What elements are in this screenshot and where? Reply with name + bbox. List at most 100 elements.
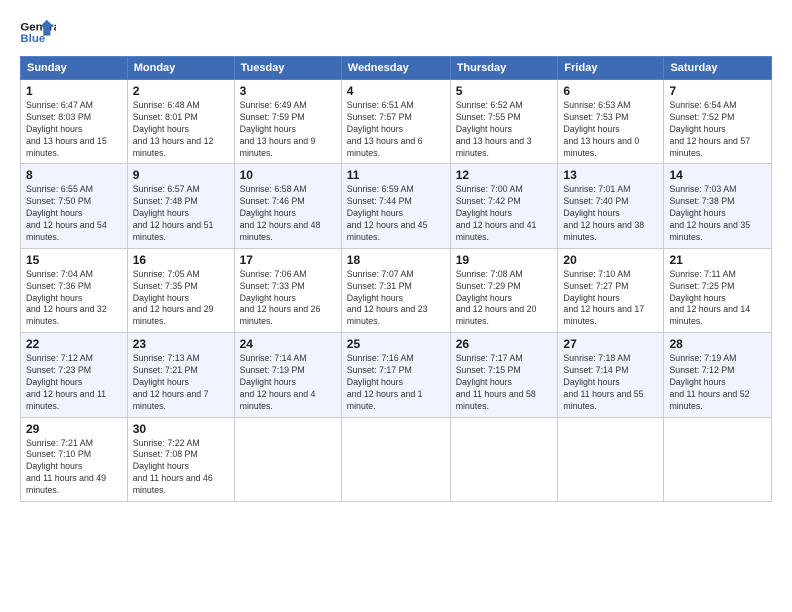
table-row: 9 Sunrise: 6:57 AM Sunset: 7:48 PM Dayli… bbox=[127, 164, 234, 248]
table-row: 23 Sunrise: 7:13 AM Sunset: 7:21 PM Dayl… bbox=[127, 333, 234, 417]
day-number: 18 bbox=[347, 253, 445, 267]
day-info: Sunrise: 7:19 AM Sunset: 7:12 PM Dayligh… bbox=[669, 353, 766, 412]
day-info: Sunrise: 6:51 AM Sunset: 7:57 PM Dayligh… bbox=[347, 100, 445, 159]
day-number: 20 bbox=[563, 253, 658, 267]
logo: General Blue bbox=[20, 18, 56, 48]
day-number: 29 bbox=[26, 422, 122, 436]
day-number: 4 bbox=[347, 84, 445, 98]
table-row: 26 Sunrise: 7:17 AM Sunset: 7:15 PM Dayl… bbox=[450, 333, 558, 417]
day-number: 6 bbox=[563, 84, 658, 98]
calendar-page: General Blue Sunday Monday Tuesday Wedne… bbox=[0, 0, 792, 612]
day-number: 23 bbox=[133, 337, 229, 351]
svg-text:General: General bbox=[20, 21, 56, 33]
table-row bbox=[341, 417, 450, 501]
day-number: 16 bbox=[133, 253, 229, 267]
day-number: 21 bbox=[669, 253, 766, 267]
header-wednesday: Wednesday bbox=[341, 57, 450, 80]
table-row: 11 Sunrise: 6:59 AM Sunset: 7:44 PM Dayl… bbox=[341, 164, 450, 248]
day-info: Sunrise: 7:21 AM Sunset: 7:10 PM Dayligh… bbox=[26, 438, 122, 497]
table-row: 16 Sunrise: 7:05 AM Sunset: 7:35 PM Dayl… bbox=[127, 248, 234, 332]
table-row: 7 Sunrise: 6:54 AM Sunset: 7:52 PM Dayli… bbox=[664, 80, 772, 164]
table-row: 2 Sunrise: 6:48 AM Sunset: 8:01 PM Dayli… bbox=[127, 80, 234, 164]
day-number: 8 bbox=[26, 168, 122, 182]
day-info: Sunrise: 7:07 AM Sunset: 7:31 PM Dayligh… bbox=[347, 269, 445, 328]
day-number: 11 bbox=[347, 168, 445, 182]
day-number: 15 bbox=[26, 253, 122, 267]
table-row: 5 Sunrise: 6:52 AM Sunset: 7:55 PM Dayli… bbox=[450, 80, 558, 164]
table-row: 8 Sunrise: 6:55 AM Sunset: 7:50 PM Dayli… bbox=[21, 164, 128, 248]
table-row: 24 Sunrise: 7:14 AM Sunset: 7:19 PM Dayl… bbox=[234, 333, 341, 417]
day-info: Sunrise: 7:01 AM Sunset: 7:40 PM Dayligh… bbox=[563, 184, 658, 243]
day-info: Sunrise: 6:53 AM Sunset: 7:53 PM Dayligh… bbox=[563, 100, 658, 159]
day-info: Sunrise: 7:08 AM Sunset: 7:29 PM Dayligh… bbox=[456, 269, 553, 328]
day-info: Sunrise: 7:11 AM Sunset: 7:25 PM Dayligh… bbox=[669, 269, 766, 328]
day-info: Sunrise: 6:47 AM Sunset: 8:03 PM Dayligh… bbox=[26, 100, 122, 159]
table-row: 28 Sunrise: 7:19 AM Sunset: 7:12 PM Dayl… bbox=[664, 333, 772, 417]
table-row: 4 Sunrise: 6:51 AM Sunset: 7:57 PM Dayli… bbox=[341, 80, 450, 164]
table-row bbox=[450, 417, 558, 501]
day-number: 22 bbox=[26, 337, 122, 351]
day-number: 27 bbox=[563, 337, 658, 351]
header: General Blue bbox=[20, 18, 772, 48]
table-row: 17 Sunrise: 7:06 AM Sunset: 7:33 PM Dayl… bbox=[234, 248, 341, 332]
day-info: Sunrise: 6:52 AM Sunset: 7:55 PM Dayligh… bbox=[456, 100, 553, 159]
weekday-header-row: Sunday Monday Tuesday Wednesday Thursday… bbox=[21, 57, 772, 80]
day-info: Sunrise: 7:22 AM Sunset: 7:08 PM Dayligh… bbox=[133, 438, 229, 497]
table-row: 18 Sunrise: 7:07 AM Sunset: 7:31 PM Dayl… bbox=[341, 248, 450, 332]
table-row: 20 Sunrise: 7:10 AM Sunset: 7:27 PM Dayl… bbox=[558, 248, 664, 332]
header-monday: Monday bbox=[127, 57, 234, 80]
day-number: 7 bbox=[669, 84, 766, 98]
day-number: 5 bbox=[456, 84, 553, 98]
day-number: 30 bbox=[133, 422, 229, 436]
table-row: 25 Sunrise: 7:16 AM Sunset: 7:17 PM Dayl… bbox=[341, 333, 450, 417]
table-row: 21 Sunrise: 7:11 AM Sunset: 7:25 PM Dayl… bbox=[664, 248, 772, 332]
table-row: 15 Sunrise: 7:04 AM Sunset: 7:36 PM Dayl… bbox=[21, 248, 128, 332]
header-friday: Friday bbox=[558, 57, 664, 80]
day-info: Sunrise: 6:48 AM Sunset: 8:01 PM Dayligh… bbox=[133, 100, 229, 159]
day-number: 26 bbox=[456, 337, 553, 351]
day-info: Sunrise: 7:05 AM Sunset: 7:35 PM Dayligh… bbox=[133, 269, 229, 328]
table-row bbox=[558, 417, 664, 501]
day-info: Sunrise: 7:13 AM Sunset: 7:21 PM Dayligh… bbox=[133, 353, 229, 412]
day-info: Sunrise: 6:58 AM Sunset: 7:46 PM Dayligh… bbox=[240, 184, 336, 243]
day-number: 28 bbox=[669, 337, 766, 351]
day-info: Sunrise: 6:55 AM Sunset: 7:50 PM Dayligh… bbox=[26, 184, 122, 243]
table-row: 10 Sunrise: 6:58 AM Sunset: 7:46 PM Dayl… bbox=[234, 164, 341, 248]
day-number: 25 bbox=[347, 337, 445, 351]
day-number: 19 bbox=[456, 253, 553, 267]
table-row: 1 Sunrise: 6:47 AM Sunset: 8:03 PM Dayli… bbox=[21, 80, 128, 164]
day-info: Sunrise: 7:17 AM Sunset: 7:15 PM Dayligh… bbox=[456, 353, 553, 412]
day-number: 2 bbox=[133, 84, 229, 98]
header-tuesday: Tuesday bbox=[234, 57, 341, 80]
day-info: Sunrise: 7:06 AM Sunset: 7:33 PM Dayligh… bbox=[240, 269, 336, 328]
day-number: 10 bbox=[240, 168, 336, 182]
table-row: 14 Sunrise: 7:03 AM Sunset: 7:38 PM Dayl… bbox=[664, 164, 772, 248]
table-row bbox=[664, 417, 772, 501]
header-sunday: Sunday bbox=[21, 57, 128, 80]
table-row: 30 Sunrise: 7:22 AM Sunset: 7:08 PM Dayl… bbox=[127, 417, 234, 501]
table-row: 12 Sunrise: 7:00 AM Sunset: 7:42 PM Dayl… bbox=[450, 164, 558, 248]
day-number: 17 bbox=[240, 253, 336, 267]
day-info: Sunrise: 6:59 AM Sunset: 7:44 PM Dayligh… bbox=[347, 184, 445, 243]
table-row: 27 Sunrise: 7:18 AM Sunset: 7:14 PM Dayl… bbox=[558, 333, 664, 417]
day-info: Sunrise: 6:54 AM Sunset: 7:52 PM Dayligh… bbox=[669, 100, 766, 159]
header-thursday: Thursday bbox=[450, 57, 558, 80]
day-info: Sunrise: 7:16 AM Sunset: 7:17 PM Dayligh… bbox=[347, 353, 445, 412]
day-info: Sunrise: 7:03 AM Sunset: 7:38 PM Dayligh… bbox=[669, 184, 766, 243]
day-info: Sunrise: 7:18 AM Sunset: 7:14 PM Dayligh… bbox=[563, 353, 658, 412]
table-row: 19 Sunrise: 7:08 AM Sunset: 7:29 PM Dayl… bbox=[450, 248, 558, 332]
svg-text:Blue: Blue bbox=[20, 33, 45, 45]
day-number: 9 bbox=[133, 168, 229, 182]
day-info: Sunrise: 7:00 AM Sunset: 7:42 PM Dayligh… bbox=[456, 184, 553, 243]
table-row: 29 Sunrise: 7:21 AM Sunset: 7:10 PM Dayl… bbox=[21, 417, 128, 501]
table-row: 6 Sunrise: 6:53 AM Sunset: 7:53 PM Dayli… bbox=[558, 80, 664, 164]
day-info: Sunrise: 7:12 AM Sunset: 7:23 PM Dayligh… bbox=[26, 353, 122, 412]
day-info: Sunrise: 6:49 AM Sunset: 7:59 PM Dayligh… bbox=[240, 100, 336, 159]
day-number: 1 bbox=[26, 84, 122, 98]
table-row bbox=[234, 417, 341, 501]
day-number: 24 bbox=[240, 337, 336, 351]
day-info: Sunrise: 6:57 AM Sunset: 7:48 PM Dayligh… bbox=[133, 184, 229, 243]
logo-icon: General Blue bbox=[20, 18, 56, 48]
header-saturday: Saturday bbox=[664, 57, 772, 80]
table-row: 22 Sunrise: 7:12 AM Sunset: 7:23 PM Dayl… bbox=[21, 333, 128, 417]
